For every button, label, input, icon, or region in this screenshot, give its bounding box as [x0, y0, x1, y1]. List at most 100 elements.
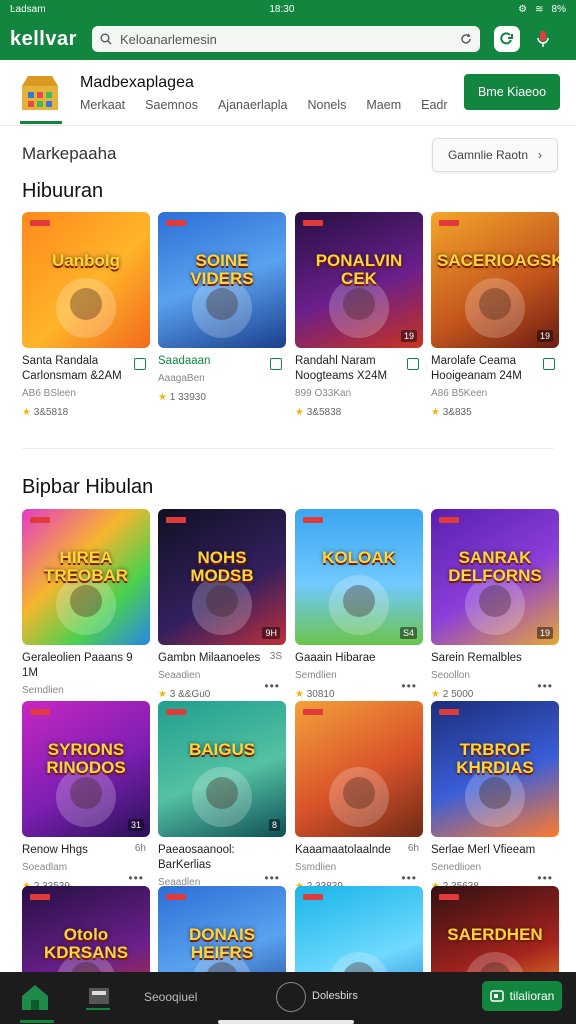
store-tabs: Merkaat Saemnos Ajanaerlapla Nonels Maem… — [80, 98, 448, 112]
game-thumbnail[interactable]: TRBROF KHRDIAS — [431, 701, 559, 837]
game-card[interactable]: SANRAK DELFORNS 19 Sarein Remalbles Seoollo… — [431, 509, 559, 700]
app-logo[interactable]: kellvar — [10, 28, 88, 51]
active-nav-indicator — [20, 1020, 54, 1023]
game-developer: Semdlien — [22, 685, 64, 696]
home-icon[interactable] — [18, 982, 52, 1012]
breadcrumb[interactable]: Markepaaha — [22, 144, 117, 164]
rating-badge — [439, 220, 459, 226]
nav-indicator — [86, 1008, 110, 1010]
signal-icon: ⚙ — [518, 3, 528, 15]
game-title[interactable]: Sarein Remalbles — [431, 651, 559, 666]
age-tag: S4 — [399, 627, 417, 639]
game-card[interactable]: HIREA TREOBAR Geraleolien Paaans 9 1M Semd… — [22, 509, 150, 715]
rating-value: 30810 — [306, 689, 335, 700]
sort-button[interactable]: Gamnlie Raotn › — [432, 138, 558, 172]
game-title[interactable]: Saadaaan — [158, 354, 286, 369]
tab-merkaat[interactable]: Merkaat — [80, 98, 125, 112]
tab-saemnos[interactable]: Saemnos — [145, 98, 198, 112]
game-title[interactable]: Randahl Naram Noogteams X24M — [295, 354, 423, 384]
star-icon: ★ — [158, 689, 170, 700]
game-card[interactable]: NOHS MODSB 9H Gambn Milaanoeles 3S Seaadien ★… — [158, 509, 286, 700]
tab-ajanaerlapla[interactable]: Ajanaerlapla — [218, 98, 288, 112]
add-to-list-icon[interactable] — [134, 358, 146, 370]
game-thumbnail[interactable] — [295, 701, 423, 837]
game-thumbnail[interactable]: NOHS MODSB 9H — [158, 509, 286, 645]
rating-value: 3&5818 — [33, 407, 69, 418]
game-card[interactable]: TRBROF KHRDIAS Serlae Merl Vfieeam Senedli… — [431, 701, 559, 892]
more-options-icon[interactable]: ••• — [401, 679, 417, 693]
nav-label-2[interactable]: Dolesbirs — [312, 990, 358, 1002]
more-options-icon[interactable]: ••• — [537, 871, 553, 885]
game-art-title: NOHS MODSB — [190, 548, 254, 585]
game-card[interactable]: Uanbolg Santa Randala Carlonsmam &2AM AB6 … — [22, 212, 150, 418]
game-thumbnail[interactable]: SOINE VIDERS — [158, 212, 286, 348]
game-card[interactable]: KOLOAK S4 Gaaain Hibarae Semdlien ★ 30810 ••• — [295, 509, 423, 700]
chevron-right-icon: › — [538, 148, 543, 162]
tab-eadr[interactable]: Eadr — [421, 98, 447, 112]
home-circle-button[interactable] — [276, 982, 306, 1012]
game-art-title: PONALVIN CEK — [315, 251, 403, 288]
more-options-icon[interactable]: ••• — [264, 871, 280, 885]
game-art-title: DONAIS HEIFRS — [188, 925, 256, 962]
install-button[interactable]: Bme Kiaeoo — [464, 74, 560, 110]
game-title[interactable]: Paeaosaanool: BarKerlias — [158, 843, 286, 873]
add-to-list-icon[interactable] — [270, 358, 282, 370]
game-thumbnail[interactable]: SYRIONS RINODOS 31 — [22, 701, 150, 837]
game-card[interactable]: Kaaamaatolaalnde6hSsmdlien★ 2 33839••• — [295, 701, 423, 892]
game-thumbnail[interactable]: HIREA TREOBAR — [22, 509, 150, 645]
game-title[interactable]: Renow Hhgs — [22, 843, 150, 858]
add-to-list-icon[interactable] — [543, 358, 555, 370]
star-icon: ★ — [295, 689, 307, 700]
more-options-icon[interactable]: ••• — [128, 871, 144, 885]
game-thumbnail[interactable]: SACERIOAGSK 19 — [431, 212, 559, 348]
bottom-nav: Seooqiuel Dolesbirs tilalioran — [0, 972, 576, 1024]
game-card[interactable]: SYRIONS RINODOS31Renow Hhgs6hSoeadlam★ 2… — [22, 701, 150, 892]
game-card[interactable]: SACERIOAGSK 19 Marolafe Ceama Hooigeanam 2… — [431, 212, 559, 418]
game-title[interactable]: Marolafe Ceama Hooigeanam 24M — [431, 354, 559, 384]
game-art-title: Uanbolg — [52, 251, 120, 270]
game-thumbnail[interactable]: BAIGUS 8 — [158, 701, 286, 837]
more-options-icon[interactable]: ••• — [401, 871, 417, 885]
nav-label[interactable]: Seooqiuel — [144, 990, 197, 1004]
game-thumbnail[interactable]: KOLOAK S4 — [295, 509, 423, 645]
tab-maem[interactable]: Maem — [366, 98, 401, 112]
game-thumbnail[interactable]: Uanbolg — [22, 212, 150, 348]
share-button[interactable] — [494, 26, 520, 52]
game-button[interactable]: tilalioran — [482, 981, 562, 1011]
game-title[interactable]: Geraleolien Paaans 9 1M — [22, 651, 150, 681]
game-card[interactable]: SOINE VIDERS Saadaaan AaagaBen ★ 1 33930 — [158, 212, 286, 403]
rating-badge — [303, 709, 323, 715]
game-title[interactable]: Gambn Milaanoeles — [158, 651, 286, 666]
age-tag: 19 — [400, 330, 417, 342]
game-card[interactable]: BAIGUS8Paeaosaanool: BarKerliasSeaadlen★… — [158, 701, 286, 907]
clock: 18:30 — [269, 3, 295, 15]
add-to-list-icon[interactable] — [407, 358, 419, 370]
search-icon — [100, 33, 112, 45]
character-art — [70, 288, 102, 320]
character-art — [343, 777, 375, 809]
game-thumbnail[interactable]: SANRAK DELFORNS 19 — [431, 509, 559, 645]
more-options-icon[interactable]: ••• — [537, 679, 553, 693]
more-options-icon[interactable]: ••• — [264, 679, 280, 693]
game-title[interactable]: Santa Randala Carlonsmam &2AM — [22, 354, 150, 384]
game-title[interactable]: Gaaain Hibarae — [295, 651, 423, 666]
game-art-title: HIREA TREOBAR — [43, 548, 129, 585]
mic-button[interactable] — [530, 26, 556, 52]
home-indicator[interactable] — [218, 1020, 354, 1024]
library-icon[interactable] — [86, 984, 112, 1010]
game-title[interactable]: Serlae Merl Vfieeam — [431, 843, 559, 858]
status-bar: Ŀadsam 18:30 ⚙ ≋ 8% — [0, 0, 576, 18]
store-name: Madbexaplagea — [80, 74, 194, 91]
game-rating: ★ 3&5818 — [22, 407, 150, 418]
rating-badge — [303, 517, 323, 523]
divider — [22, 448, 554, 449]
age-tag: 19 — [536, 627, 553, 639]
game-thumbnail[interactable]: PONALVIN CEK 19 — [295, 212, 423, 348]
game-card[interactable]: PONALVIN CEK 19 Randahl Naram Noogteams X2… — [295, 212, 423, 418]
star-icon: ★ — [431, 407, 443, 418]
character-art — [479, 585, 511, 617]
tab-nonels[interactable]: Nonels — [307, 98, 346, 112]
search-input[interactable]: Keloanarlemesin — [92, 26, 480, 52]
game-title[interactable]: Kaaamaatolaalnde — [295, 843, 423, 858]
refresh-icon[interactable] — [460, 33, 472, 45]
